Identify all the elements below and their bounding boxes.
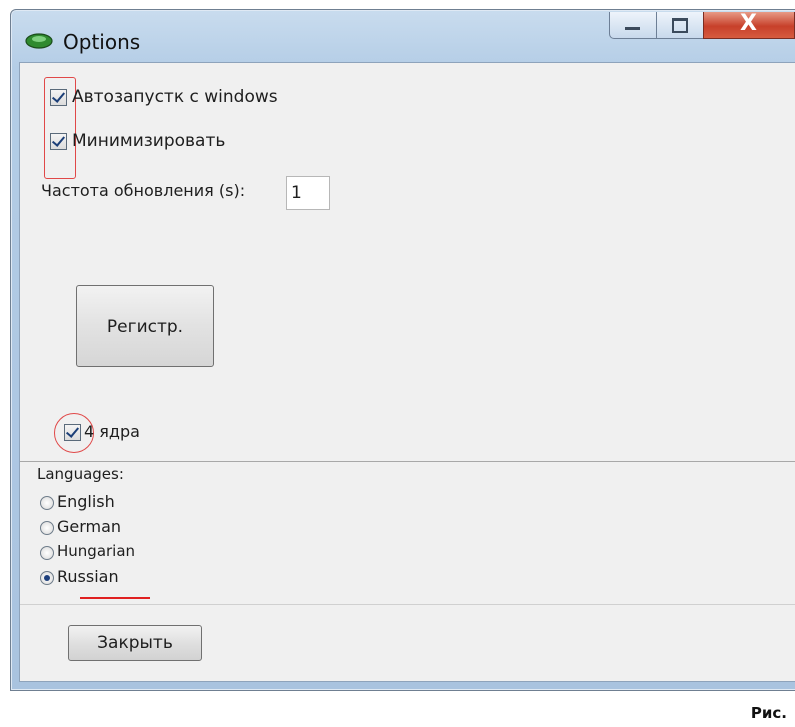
radio-hungarian[interactable]: [40, 546, 54, 560]
frequency-label: Частота обновления (s):: [41, 181, 246, 200]
maximize-icon: [672, 18, 688, 33]
window-client-area: Автозапустк с windows Минимизировать Час…: [19, 62, 795, 682]
close-button[interactable]: Закрыть: [68, 625, 202, 661]
window-title: Options: [63, 30, 141, 54]
radio-label-hungarian: Hungarian: [57, 542, 136, 560]
frequency-input[interactable]: 1: [286, 176, 330, 210]
autostart-label: Автозапустк с windows: [72, 87, 278, 107]
autostart-checkbox[interactable]: [50, 89, 67, 106]
cores-checkbox[interactable]: [64, 424, 81, 441]
cores-label: 4 ядра: [84, 422, 140, 441]
register-button[interactable]: Регистр.: [76, 285, 214, 367]
close-icon: X: [740, 11, 757, 36]
minimize-icon: [625, 27, 640, 30]
minimize-checkbox[interactable]: [50, 133, 67, 150]
options-window: Options X Автозапустк с windows Минимизи…: [10, 9, 795, 691]
radio-russian[interactable]: [40, 571, 54, 585]
minimize-label: Минимизировать: [72, 131, 226, 151]
app-icon: [25, 33, 53, 49]
figure-caption: Рис.: [750, 704, 787, 722]
minimize-button[interactable]: [609, 12, 657, 39]
radio-label-german: German: [57, 517, 122, 536]
languages-title: Languages:: [37, 465, 127, 483]
radio-label-english: English: [57, 492, 115, 511]
radio-german[interactable]: [40, 521, 54, 535]
annotation-underline: [80, 597, 150, 599]
languages-group: [20, 461, 795, 605]
radio-label-russian: Russian: [57, 567, 119, 586]
close-window-button[interactable]: X: [703, 11, 795, 39]
maximize-button[interactable]: [656, 12, 704, 39]
radio-english[interactable]: [40, 496, 54, 510]
title-bar[interactable]: Options X: [11, 10, 795, 68]
